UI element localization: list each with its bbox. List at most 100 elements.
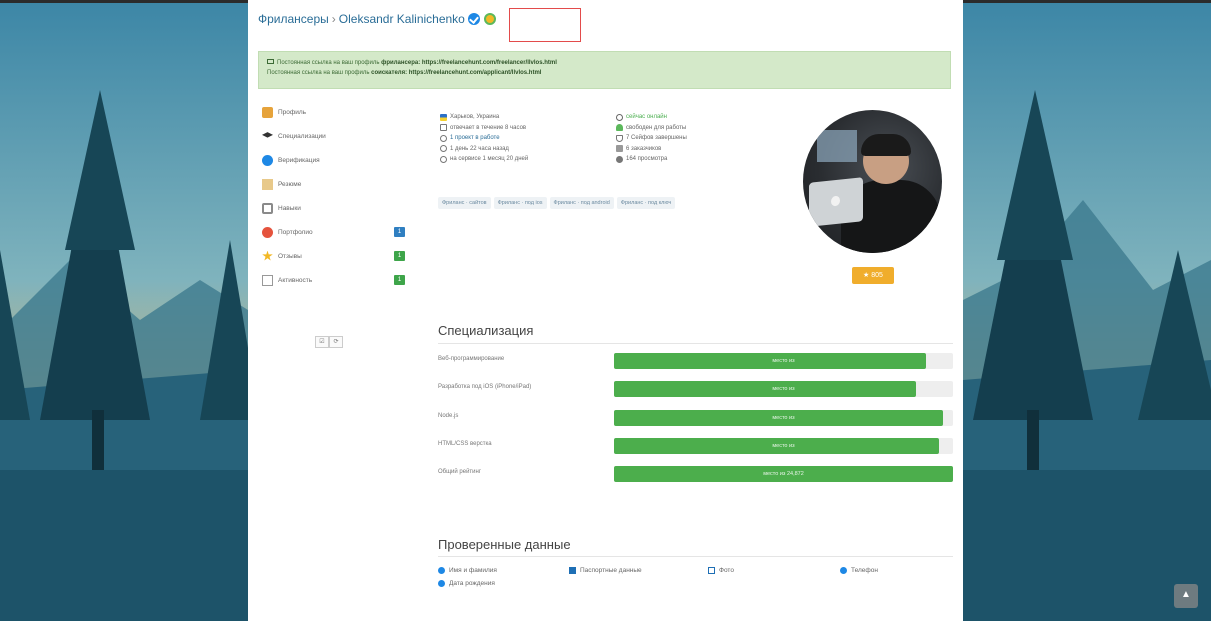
spec-rank-text: место из xyxy=(772,358,795,364)
online-status-text: сейчас онлайн xyxy=(626,114,667,120)
alert-line1-prefix: Постоянная ссылка на ваш профиль xyxy=(277,60,380,66)
menu-item-skills[interactable]: Навыки xyxy=(258,196,415,220)
projects-in-work-link[interactable]: 1 проект в работе xyxy=(450,133,500,144)
verified-phone: Телефон xyxy=(840,567,878,574)
breadcrumb-separator: › xyxy=(331,12,336,26)
views-count-text: 164 просмотра xyxy=(626,156,668,162)
passport-icon xyxy=(569,567,576,574)
clients-count-text: 6 заказчиков xyxy=(626,145,662,152)
menu-item-activity[interactable]: Активность 1 xyxy=(258,268,415,292)
spec-rank-text: место из xyxy=(772,443,795,449)
menu-item-label: Портфолио xyxy=(278,228,313,236)
menu-item-verification[interactable]: Верификация xyxy=(258,148,415,172)
photo-icon xyxy=(708,567,715,574)
menu-item-label: Резюме xyxy=(278,180,302,188)
spec-row-web: Веб-программирование место из xyxy=(438,353,953,370)
verified-passport: Паспортные данные xyxy=(569,567,642,574)
menu-item-label: Специализации xyxy=(278,132,326,140)
spec-rank-text: место из xyxy=(772,415,795,421)
check-circle-icon xyxy=(438,567,445,574)
edit-button[interactable]: ☑ xyxy=(315,336,329,348)
applicant-profile-link[interactable]: соискателя: https://freelancehunt.com/ap… xyxy=(371,70,541,76)
spec-label: Общий рейтинг xyxy=(438,469,482,475)
portfolio-count-badge: 1 xyxy=(394,227,405,237)
activity-count-badge: 1 xyxy=(394,275,405,285)
check-circle-icon xyxy=(438,580,445,587)
verified-item-label: Телефон xyxy=(851,567,878,574)
spec-row-ios: Разработка под iOS (iPhone/iPad) место и… xyxy=(438,381,953,398)
menu-item-portfolio[interactable]: Портфолио 1 xyxy=(258,220,415,244)
eye-icon xyxy=(616,155,623,163)
spec-progress-track: место из 24,872 xyxy=(614,466,953,482)
verified-item-label: Имя и фамилия xyxy=(449,567,497,574)
portfolio-icon xyxy=(262,226,273,238)
link-icon xyxy=(267,59,274,64)
menu-item-label: Отзывы xyxy=(278,252,302,260)
skill-tags: Фриланс · сайтов Фриланс · под ios Фрила… xyxy=(438,197,768,209)
on-service-text: на сервисе 1 месяц 20 дней xyxy=(450,156,529,162)
spec-progress-track: место из xyxy=(614,353,953,369)
check-circle-icon xyxy=(840,567,847,574)
clock-icon xyxy=(440,145,447,153)
profile-info-right: сейчас онлайн свободен для работы 7 Сейф… xyxy=(616,112,687,165)
verified-item-label: Дата рождения xyxy=(449,580,495,587)
reviews-count-badge: 1 xyxy=(394,251,405,261)
tools-icon xyxy=(262,202,273,214)
calendar-icon xyxy=(440,155,447,163)
scroll-to-top-button[interactable]: ▲ xyxy=(1174,584,1198,608)
chat-icon xyxy=(440,124,447,132)
verified-name: Имя и фамилия xyxy=(438,567,497,574)
verified-birthdate: Дата рождения xyxy=(438,580,495,587)
menu-item-label: Активность xyxy=(278,276,313,284)
menu-item-profile[interactable]: Профиль xyxy=(258,100,415,124)
verified-photo: Фото xyxy=(708,567,734,574)
spec-row-html-css: HTML/CSS верстка место из xyxy=(438,438,953,455)
clients-icon xyxy=(616,145,623,153)
check-circle-icon xyxy=(262,154,273,166)
availability-text: свободен для работы xyxy=(626,124,687,131)
menu-item-label: Верификация xyxy=(278,156,320,164)
location-text: Харьков, Украина xyxy=(450,114,500,120)
verified-data-title: Проверенные данные xyxy=(438,537,571,552)
laptop-apple-logo xyxy=(809,177,863,227)
skill-tag[interactable]: Фриланс · под android xyxy=(549,197,614,209)
avatar[interactable] xyxy=(803,110,942,253)
response-time-text: отвечает в течение 8 часов xyxy=(450,124,527,131)
spec-row-nodejs: Node.js место из xyxy=(438,410,953,427)
profile-side-menu: Профиль Специализации Верификация Резюме… xyxy=(258,100,415,292)
menu-item-specializations[interactable]: Специализации xyxy=(258,124,415,148)
profile-links-alert: Постоянная ссылка на ваш профиль фриланс… xyxy=(258,51,951,89)
online-clock-icon xyxy=(616,113,623,121)
spec-progress-track: место из xyxy=(614,438,953,454)
refresh-button[interactable]: ⟳ xyxy=(329,336,343,348)
menu-item-resume[interactable]: Резюме xyxy=(258,172,415,196)
skill-tag[interactable]: Фриланс · под ios xyxy=(493,197,547,209)
menu-item-label: Профиль xyxy=(278,108,307,116)
globe-icon[interactable] xyxy=(483,13,496,25)
background-scenery-right xyxy=(963,0,1211,621)
profile-content: Фрилансеры › Oleksandr Kalinichenko Постоя… xyxy=(248,0,963,621)
spec-progress-track: место из xyxy=(614,410,953,426)
skill-tag[interactable]: Фриланс · сайтов xyxy=(438,197,491,209)
ukraine-flag-icon xyxy=(440,113,447,121)
user-icon xyxy=(262,106,273,118)
background-scenery-left xyxy=(0,0,248,621)
verified-check-icon[interactable] xyxy=(467,13,480,25)
activity-icon xyxy=(262,274,273,286)
breadcrumb-freelancers-link[interactable]: Фрилансеры xyxy=(258,12,329,26)
verified-item-label: Фото xyxy=(719,567,734,574)
spec-label: Node.js xyxy=(438,413,459,419)
profile-info-left: Харьков, Украина отвечает в течение 8 ча… xyxy=(440,112,528,165)
section-divider xyxy=(438,343,953,344)
spec-label: Веб-программирование xyxy=(438,356,505,362)
menu-item-reviews[interactable]: Отзывы 1 xyxy=(258,244,415,268)
graduation-cap-icon xyxy=(262,132,273,138)
spec-rank-text: место из xyxy=(772,386,795,392)
verified-item-label: Паспортные данные xyxy=(580,567,642,574)
star-icon xyxy=(262,250,273,261)
breadcrumb: Фрилансеры › Oleksandr Kalinichenko xyxy=(258,12,496,26)
freelancer-profile-link[interactable]: фрилансера: https://freelancehunt.com/fr… xyxy=(381,60,557,66)
last-seen-text: 1 день 22 часа назад xyxy=(450,145,509,152)
skill-tag[interactable]: Фриланс · под ключ xyxy=(616,197,676,209)
shield-icon xyxy=(616,134,623,142)
